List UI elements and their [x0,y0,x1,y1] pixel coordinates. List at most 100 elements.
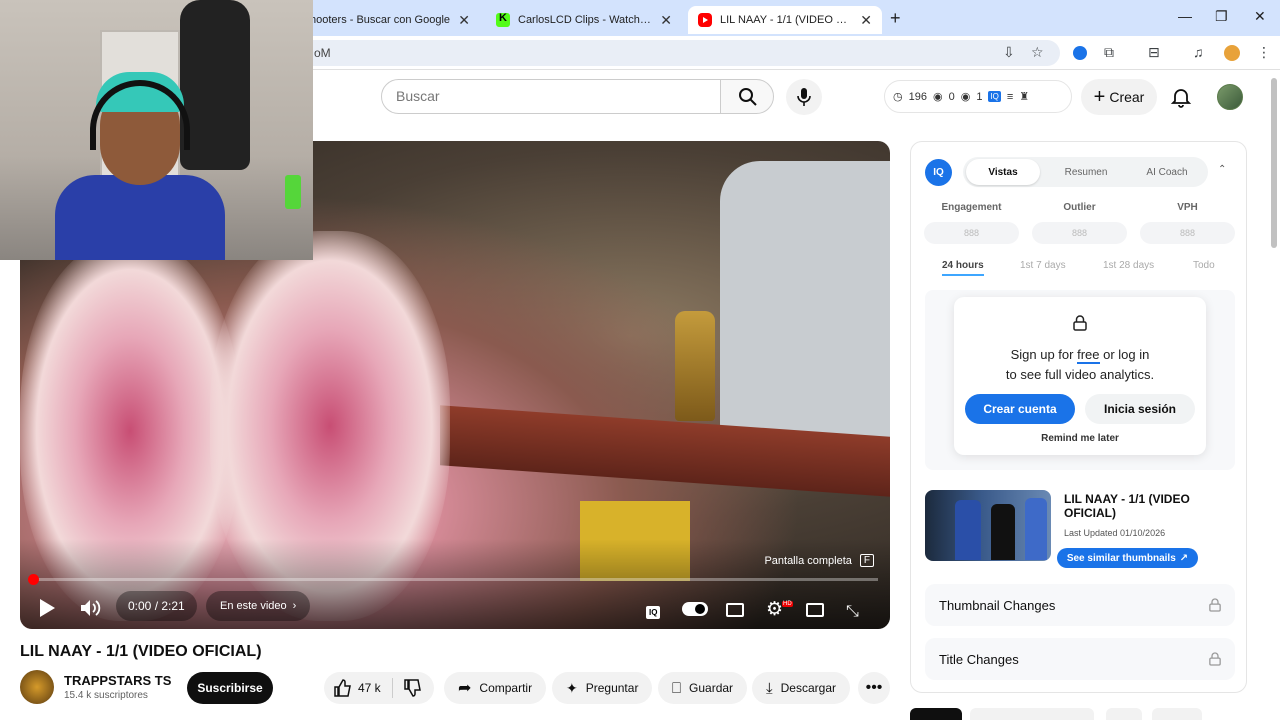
channel-name[interactable]: TRAPPSTARS TS [64,673,171,688]
like-button[interactable] [334,679,352,702]
page-scrollbar[interactable] [1271,78,1277,248]
save-button[interactable]: ⎕ Guardar [658,672,748,704]
volume-icon [81,600,101,616]
iq-player-icon[interactable]: IQ [646,606,661,619]
browser-menu-icon[interactable]: ⋮ [1257,44,1271,61]
bookmark-icon: ⎕ [672,679,682,697]
thumbnail-figure [955,500,981,560]
autoplay-toggle[interactable] [682,602,708,616]
create-button[interactable]: + Crear [1081,79,1157,115]
close-tab-icon[interactable]: ✕ [660,12,672,29]
collapse-chevron-icon[interactable]: ⌃ [1218,164,1226,175]
maximize-button[interactable]: ❐ [1215,8,1228,25]
like-dislike-group: 47 k [324,672,434,704]
filter-chip[interactable] [970,708,1094,720]
tab-vistas[interactable]: Vistas [966,159,1040,185]
likes-count: 0 [948,90,955,103]
hd-badge: HD [782,601,793,607]
list-icon[interactable]: ≡ [1007,91,1013,103]
period-all[interactable]: Todo [1193,260,1215,271]
microphone-icon [797,88,811,106]
tab-resumen[interactable]: Resumen [1049,159,1123,185]
iq-logo: IQ [925,159,952,186]
channel-avatar[interactable] [20,670,54,704]
metric-label-engagement: Engagement [941,202,1002,213]
filter-chip[interactable] [1152,708,1202,720]
progress-bar[interactable] [28,574,878,585]
filter-chip-active[interactable] [910,708,962,720]
account-avatar[interactable] [1217,84,1243,110]
search-input[interactable]: Buscar [381,79,721,114]
fullscreen-icon[interactable]: ⤡ [846,603,859,621]
media-control-icon[interactable]: ♫ [1193,44,1204,60]
title-changes-label: Title Changes [939,651,1019,667]
analytics-panel: IQ Vistas Resumen AI Coach ⌃ Engagement … [910,141,1247,693]
thumbnail-figure [1025,498,1047,560]
tab-ai-coach[interactable]: AI Coach [1130,159,1204,185]
period-24-hours[interactable]: 24 hours [942,260,984,276]
signup-free-link[interactable]: free [1077,347,1100,364]
filter-chip[interactable] [1106,708,1142,720]
toggle-knob [695,604,705,614]
period-28-days[interactable]: 1st 28 days [1103,260,1154,271]
play-icon [40,599,55,617]
subscriber-count: 15.4 k suscriptores [64,690,148,701]
volume-button[interactable] [80,598,102,621]
period-7-days[interactable]: 1st 7 days [1020,260,1066,271]
chevron-right-icon: › [292,600,297,612]
url-field[interactable]: oM [300,40,1060,66]
metric-label-vph: VPH [1177,202,1198,213]
minimize-button[interactable]: — [1178,8,1192,24]
title-changes-row[interactable]: Title Changes [925,638,1235,680]
webcam-person-jersey [55,175,225,260]
tab-google-search[interactable]: hooters - Buscar con Google ✕ [300,6,480,34]
extensions-puzzle-icon[interactable]: ⧉ [1104,44,1114,61]
scrubber-handle[interactable] [28,574,39,585]
share-button[interactable]: ➦ Compartir [444,672,547,704]
similar-thumbnails-button[interactable]: See similar thumbnails ↗ [1057,548,1198,568]
voice-search-button[interactable] [786,79,822,115]
remind-later-link[interactable]: Remind me later [954,433,1206,444]
extension-icon[interactable] [1073,46,1087,60]
search-placeholder: Buscar [396,88,440,104]
chapter-button[interactable]: En este video › [206,591,311,621]
tab-kick-clips[interactable]: CarlosLCD Clips - Watch Live on ✕ [486,6,682,34]
webcam-drink-can [285,175,301,209]
thumbs-down-icon [404,679,421,697]
miniplayer-icon[interactable] [806,603,824,617]
subtitles-icon[interactable] [726,603,744,617]
metric-label-outlier: Outlier [1063,202,1096,213]
search-button[interactable] [720,79,774,114]
trophy-icon[interactable]: ♜ [1019,90,1029,103]
iq-extension-icon[interactable]: IQ [988,91,1001,102]
video-title: LIL NAAY - 1/1 (VIDEO OFICIAL) [20,643,262,660]
thumbnail-figure [991,504,1015,560]
metric-value-engagement: 888 [924,222,1019,244]
eye-icon: ◉ [932,91,943,103]
close-window-button[interactable]: ✕ [1254,8,1266,25]
settings-gear-icon[interactable]: ⚙ [766,598,783,621]
ask-button[interactable]: ✦ Preguntar [552,672,653,704]
tab-search-icon[interactable]: ⊟ [1148,44,1160,61]
tab-youtube-video[interactable]: LIL NAAY - 1/1 (VIDEO OFICIAL) ✕ [688,6,882,34]
notifications-button[interactable] [1166,82,1196,112]
new-tab-button[interactable]: + [890,8,901,29]
streamer-webcam [0,0,313,260]
play-button[interactable] [38,598,56,621]
close-tab-icon[interactable]: ✕ [860,12,872,29]
download-button[interactable]: ⤓ Descargar [752,672,850,704]
video-thumbnail[interactable] [925,490,1051,561]
thumbnail-changes-row[interactable]: Thumbnail Changes [925,584,1235,626]
plus-icon: + [1093,86,1106,108]
stats-widget[interactable]: ◷ 196 ◉ 0 ◉ 1 IQ ≡ ♜ [884,80,1072,113]
bookmark-star-icon[interactable]: ☆ [1031,44,1044,61]
profile-avatar-icon[interactable] [1224,45,1240,61]
dislike-button[interactable] [404,679,422,700]
install-app-icon[interactable]: ⇩ [1003,44,1015,61]
sign-in-button[interactable]: Inicia sesión [1085,394,1195,424]
similar-thumbnails-label: See similar thumbnails [1066,552,1176,564]
subscribe-button[interactable]: Suscribirse [187,672,273,704]
close-tab-icon[interactable]: ✕ [458,12,470,29]
create-account-button[interactable]: Crear cuenta [965,394,1075,424]
more-actions-button[interactable]: ••• [858,672,890,704]
